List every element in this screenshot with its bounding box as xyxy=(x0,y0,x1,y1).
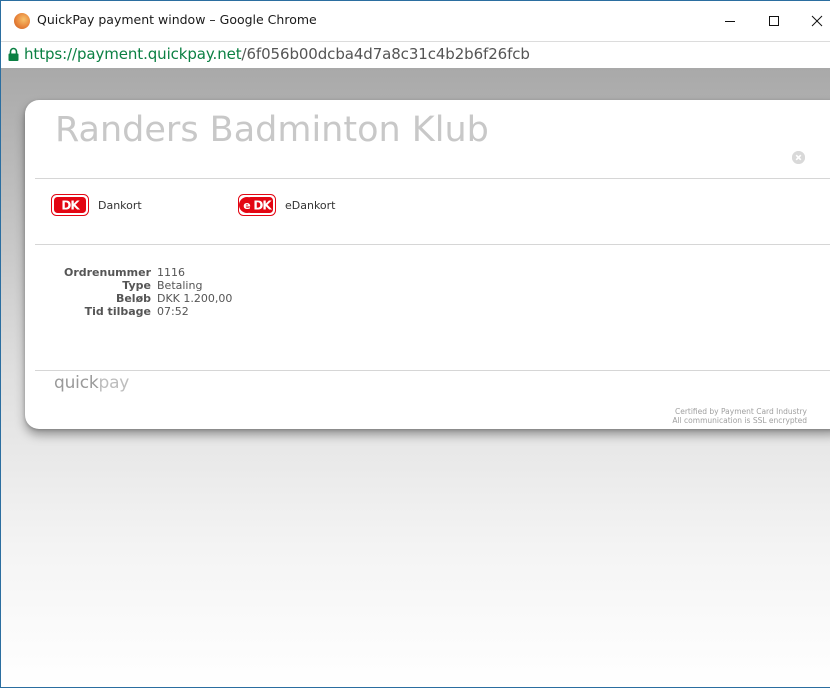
divider xyxy=(35,178,830,179)
divider xyxy=(35,244,830,245)
security-notes: Certified by Payment Card Industry All c… xyxy=(672,407,807,425)
payment-option-edankort[interactable]: e DK eDankort xyxy=(238,193,336,217)
browser-window: QuickPay payment window – Google Chrome … xyxy=(0,0,830,688)
dankort-logo-icon: DK xyxy=(51,194,89,216)
divider xyxy=(35,370,830,371)
close-circle-icon xyxy=(792,151,805,164)
pci-note: Certified by Payment Card Industry xyxy=(674,407,807,416)
lock-icon xyxy=(8,47,19,61)
close-icon xyxy=(811,15,823,27)
url-path: /6f056b00dcba4d7a8c31c4b2b6f26fcb xyxy=(241,45,530,63)
svg-text:DK: DK xyxy=(253,199,272,213)
quickpay-logo-part2: pay xyxy=(98,373,130,393)
close-window-button[interactable] xyxy=(804,9,830,33)
quickpay-logo: quickpay xyxy=(54,373,129,393)
payment-option-label: Dankort xyxy=(98,198,142,212)
title-bar: QuickPay payment window – Google Chrome xyxy=(1,1,830,41)
page-viewport: Randers Badminton Klub DK Dankort e DK e… xyxy=(1,68,830,687)
detail-row-order-number: Ordrenummer 1116 xyxy=(51,266,232,279)
url-protocol: https:// xyxy=(24,45,77,63)
minimize-icon xyxy=(725,21,735,22)
detail-key: Ordrenummer xyxy=(63,266,151,279)
payment-window-card: Randers Badminton Klub DK Dankort e DK e… xyxy=(25,100,830,429)
detail-key: Beløb xyxy=(115,292,151,305)
url-host: payment.quickpay.net xyxy=(76,45,242,63)
shop-name: Randers Badminton Klub xyxy=(55,110,489,150)
close-payment-button[interactable] xyxy=(792,151,805,164)
svg-text:e: e xyxy=(243,199,250,212)
detail-row-time-left: Tid tilbage 07:52 xyxy=(51,305,232,318)
detail-row-type: Type Betaling xyxy=(51,279,232,292)
ssl-note: All communication is SSL encrypted xyxy=(672,416,807,425)
window-title: QuickPay payment window – Google Chrome xyxy=(37,12,317,27)
detail-value: Betaling xyxy=(157,279,203,292)
url-text[interactable]: https://payment.quickpay.net/6f056b00dcb… xyxy=(24,45,530,63)
svg-text:DK: DK xyxy=(61,199,80,213)
detail-key: Tid tilbage xyxy=(84,305,151,318)
payment-option-dankort[interactable]: DK Dankort xyxy=(51,193,142,217)
detail-key: Type xyxy=(122,279,151,292)
address-bar[interactable]: https://payment.quickpay.net/6f056b00dcb… xyxy=(1,41,830,69)
detail-value: DKK 1.200,00 xyxy=(157,292,233,305)
detail-value: 07:52 xyxy=(157,305,189,318)
detail-value: 1116 xyxy=(157,266,185,279)
chrome-app-icon xyxy=(14,13,30,29)
quickpay-logo-part1: quick xyxy=(54,373,99,393)
maximize-icon xyxy=(769,16,779,26)
maximize-button[interactable] xyxy=(761,9,787,33)
payment-option-label: eDankort xyxy=(285,198,336,212)
minimize-button[interactable] xyxy=(717,9,743,33)
detail-row-amount: Beløb DKK 1.200,00 xyxy=(51,292,232,305)
edankort-logo-icon: e DK xyxy=(238,194,276,216)
order-details: Ordrenummer 1116 Type Betaling Beløb DKK… xyxy=(51,266,232,318)
